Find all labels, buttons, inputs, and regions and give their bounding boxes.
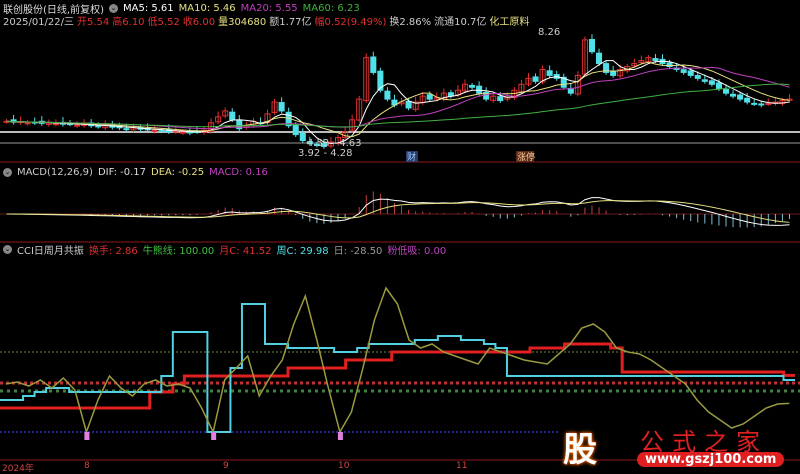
candle	[95, 125, 102, 128]
cci-month: 月C: 41.52	[219, 245, 272, 257]
candle	[405, 100, 412, 109]
candle	[292, 124, 299, 136]
pink-low-marker	[84, 432, 90, 440]
candle	[476, 85, 483, 94]
cci-turnover: 换手: 2.86	[88, 245, 138, 257]
cci-pink: 粉低吸: 0.00	[387, 245, 447, 257]
candle	[588, 38, 595, 53]
candle	[24, 122, 31, 125]
candle	[532, 76, 539, 82]
candle	[694, 75, 701, 79]
candle	[299, 132, 306, 142]
dropdown-icon[interactable]: ⌄	[3, 244, 12, 254]
x-label: 11	[456, 461, 468, 471]
candle	[370, 56, 377, 73]
candle	[384, 90, 391, 100]
candle	[74, 124, 81, 127]
cci-week: 周C: 29.98	[276, 245, 329, 257]
candle	[708, 80, 715, 85]
candle	[596, 52, 603, 65]
ma20-line	[6, 66, 790, 130]
high-annotation: 8.26	[538, 27, 560, 38]
candle	[687, 70, 694, 76]
watermark-url: www.gszj100.com	[637, 452, 785, 467]
candle	[722, 89, 730, 94]
candle	[52, 123, 59, 126]
cci-day-line	[5, 286, 790, 435]
candle	[497, 96, 504, 102]
candle	[123, 128, 130, 131]
cci-header: ⌄ CCI日周月共振 换手: 2.86 牛熊线: 100.00 月C: 41.5…	[3, 243, 447, 257]
candle	[179, 131, 186, 134]
candle	[701, 79, 708, 82]
ma10-line	[6, 61, 790, 138]
ma60-line	[6, 83, 790, 128]
candle	[546, 70, 553, 76]
macd-dea: DEA: -0.25	[151, 166, 205, 178]
candle	[229, 111, 236, 121]
watermark: 股 公式之家 www.gszj100.com	[555, 420, 800, 472]
candle	[278, 102, 285, 112]
cci-week-line	[0, 303, 795, 433]
candle	[730, 93, 737, 97]
candle	[426, 94, 433, 100]
candle	[765, 103, 772, 106]
candle	[158, 130, 165, 133]
candle	[744, 97, 751, 103]
candle	[737, 94, 744, 100]
chart-canvas[interactable]: 8.26 4.53 - 4.63 3.92 - 4.28 财 涨停	[0, 0, 800, 472]
dropdown-icon[interactable]: ⌄	[3, 167, 12, 177]
candle	[652, 58, 659, 62]
candle	[469, 84, 476, 88]
pink-low-marker	[211, 432, 217, 440]
dea-line	[6, 200, 790, 223]
candle	[680, 69, 687, 73]
macd-title: MACD(12,26,9)	[17, 166, 93, 178]
x-label: 9	[223, 461, 229, 471]
pink-low-marker	[337, 432, 343, 440]
cci-day: 日: -28.50	[333, 245, 383, 257]
cci-bull-line: 牛熊线: 100.00	[142, 245, 215, 257]
range-annotation: 3.92 - 4.28	[298, 148, 353, 159]
cci-title: CCI日周月共振	[17, 245, 84, 257]
macd-header: ⌄ MACD(12,26,9) DIF: -0.17 DEA: -0.25 MA…	[3, 166, 268, 178]
watermark-logo: 股	[563, 430, 597, 470]
candle	[758, 103, 765, 106]
limit-up-badge-label: 涨停	[517, 151, 535, 163]
candle	[715, 82, 722, 90]
finance-badge-label: 财	[407, 151, 416, 163]
macd-value: MACD: 0.16	[209, 166, 268, 178]
x-label: 10	[338, 461, 350, 471]
macd-dif: DIF: -0.17	[97, 166, 146, 178]
x-label: 8	[84, 461, 90, 471]
candle	[751, 102, 758, 105]
x-label: 2024年	[2, 464, 34, 474]
